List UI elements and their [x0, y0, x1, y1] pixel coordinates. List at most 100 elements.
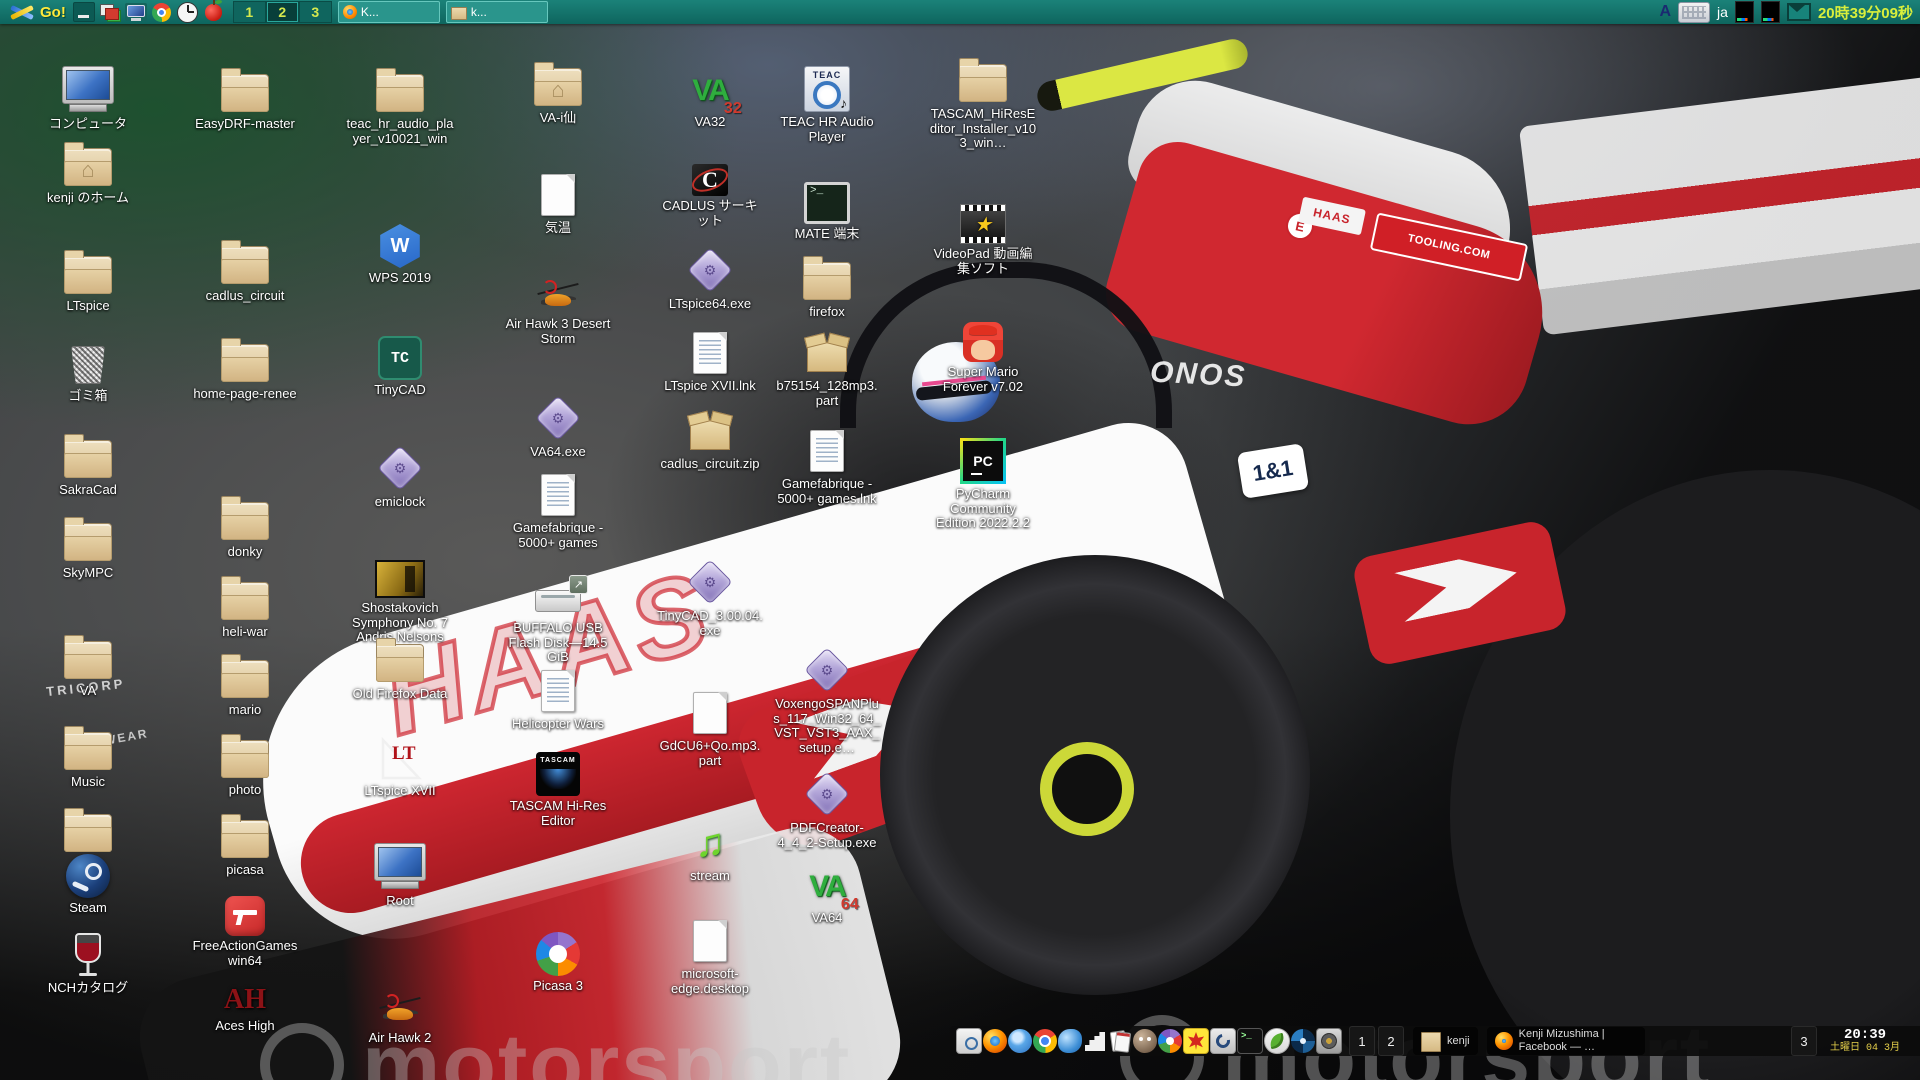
desktop-icon-nch-catalog[interactable]: NCHカタログ	[33, 930, 143, 996]
desktop-icon-pdfcreator[interactable]: PDFCreator-4_4_2-Setup.exe	[772, 770, 882, 850]
desktop-icon-tinycad[interactable]: TCTinyCAD	[345, 332, 455, 398]
desktop-icon-pycharm[interactable]: PCPyCharm Community Edition 2022.2.2	[928, 436, 1038, 531]
desktop-icon-va-folder[interactable]: VA	[33, 633, 143, 699]
window-selector-button[interactable]	[97, 1, 123, 23]
desktop-icon-gamefabrique-lnk[interactable]: Gamefabrique - 5000+ games.lnk	[772, 426, 882, 506]
system-monitor-icon[interactable]	[1083, 1029, 1107, 1053]
volume-icon[interactable]	[1316, 1028, 1342, 1054]
workspace-2[interactable]: 2	[1378, 1026, 1404, 1056]
desktop-icon-freeaction-games[interactable]: FreeActionGames win64	[190, 888, 300, 968]
desktop-icon-buffalo-usb[interactable]: BUFFALO USB Flash Disk—14.5 GiB	[503, 570, 613, 665]
workspace-1[interactable]: 1	[1349, 1026, 1375, 1056]
bottom-clock[interactable]: 20:39 土曜日 04 3月	[1830, 1028, 1900, 1054]
desktop-icon-picasa3[interactable]: Picasa 3	[503, 928, 613, 994]
panel-clock[interactable]: 20時39分09秒	[1818, 2, 1913, 23]
system-monitor-graph[interactable]	[1735, 1, 1754, 23]
desktop-icon-mario-folder[interactable]: mario	[190, 652, 300, 718]
desktop-icon-tascam-installer[interactable]: TASCAM_HiResEditor_Installer_v103_win…	[928, 56, 1038, 151]
home-folder-icon	[534, 68, 582, 106]
desktop-icon-aces-high[interactable]: AHAces High	[190, 968, 300, 1034]
desktop-icon-super-mario[interactable]: Super Mario Forever v7.02	[928, 314, 1038, 394]
bluefish-icon[interactable]	[1058, 1029, 1082, 1053]
desktop-icon-ltspice-folder[interactable]: LTspice	[33, 248, 143, 314]
desktop-icon-cadlus-zip[interactable]: cadlus_circuit.zip	[655, 406, 765, 472]
desktop-icon-computer[interactable]: コンピュータ	[33, 66, 143, 132]
desktop-icon-trash[interactable]: ゴミ箱	[33, 338, 143, 404]
chrome-launcher-button[interactable]	[149, 1, 175, 23]
desktop-icon-sakracad[interactable]: SakraCad	[33, 432, 143, 498]
desktop-icon-picasa-folder[interactable]: picasa	[190, 812, 300, 878]
screenshot-tool-icon[interactable]	[956, 1028, 982, 1054]
taskbar-item-kenji[interactable]: kenji	[1413, 1027, 1478, 1055]
desktop-icon-va64[interactable]: VA64VA64	[772, 860, 882, 926]
desktop-icon-ltspice-xvii[interactable]: LTLTspice XVII	[345, 733, 455, 799]
display-settings-button[interactable]	[123, 1, 149, 23]
maple-leaf-icon[interactable]	[1183, 1028, 1209, 1054]
desktop-icon-home[interactable]: kenji のホーム	[33, 140, 143, 206]
desktop-icon-ltspice-lnk[interactable]: LTspice XVII.lnk	[655, 328, 765, 394]
desktop-icon-easydrf[interactable]: EasyDRF-master	[190, 66, 300, 132]
terminal-icon[interactable]	[1237, 1028, 1263, 1054]
gimp-icon[interactable]	[1133, 1029, 1157, 1053]
desktop-icon-voxengo[interactable]: VoxengoSPANPlus_117_Win32_64_VST_VST3_AA…	[772, 646, 882, 755]
input-method-indicator[interactable]: A	[1659, 3, 1671, 21]
desktop-icon-photo[interactable]: photo	[190, 732, 300, 798]
desktop-icon-firefox-folder[interactable]: firefox	[772, 254, 882, 320]
desktop-icon-tinycad-exe[interactable]: TinyCAD_3.00.04.exe	[655, 558, 765, 638]
desktop-icon-teac-player[interactable]: TEACTEAC HR Audio Player	[772, 64, 882, 144]
photo-wheel-icon[interactable]	[1291, 1029, 1315, 1053]
desktop-icon-emiclock[interactable]: emiclock	[345, 444, 455, 510]
show-desktop-button[interactable]	[71, 1, 97, 23]
system-monitor-graph[interactable]	[1761, 1, 1780, 23]
apple-launcher-button[interactable]	[201, 1, 227, 23]
desktop-icon-ltspice64[interactable]: LTspice64.exe	[655, 246, 765, 312]
desktop-icon-teac-hr-folder[interactable]: teac_hr_audio_player_v10021_win	[345, 66, 455, 146]
desktop-icon-cadlus-circuit[interactable]: cadlus_circuit	[190, 238, 300, 304]
desktop-icon-va-home[interactable]: VA-i仙	[503, 60, 613, 126]
desktop-icon-gamefabrique[interactable]: Gamefabrique - 5000+ games	[503, 470, 613, 550]
picasa-icon[interactable]	[1158, 1029, 1182, 1053]
desktop-icon-tascam-editor[interactable]: TASCAMTASCAM Hi-Res Editor	[503, 748, 613, 828]
workspace-3[interactable]: 3	[1791, 1026, 1817, 1056]
desktop-icon-donky[interactable]: donky	[190, 494, 300, 560]
taskbar-item-facebook[interactable]: Kenji Mizushima | Facebook — …	[1487, 1027, 1645, 1055]
desktop-icon-stream[interactable]: stream	[655, 818, 765, 884]
desktop-icon-videopad[interactable]: VideoPad 動画編集ソフト	[928, 196, 1038, 276]
workspace-2-active[interactable]: 2	[266, 1, 299, 23]
desktop-icon-mate-terminal[interactable]: MATE 端末	[772, 176, 882, 242]
desktop-icon-old-firefox-data[interactable]: Old Firefox Data	[345, 636, 455, 702]
taskbar-item-file-manager[interactable]: k...	[446, 1, 548, 23]
go-menu-button[interactable]: Go!	[4, 0, 71, 24]
desktop-icon-ms-edge[interactable]: microsoft-edge.desktop	[655, 916, 765, 996]
desktop-icon-wps[interactable]: WWPS 2019	[345, 220, 455, 286]
firefox-icon[interactable]	[983, 1029, 1007, 1053]
desktop-icon-helicopter-wars[interactable]: Helicopter Wars	[503, 666, 613, 732]
desktop-icon-homepage-renee[interactable]: home-page-renee	[190, 336, 300, 402]
desktop-icon-b75154-part[interactable]: b75154_128mp3.part	[772, 328, 882, 408]
desktop-icon-air-hawk-3[interactable]: Air Hawk 3 Desert Storm	[503, 266, 613, 346]
desktop-icon-root[interactable]: Root	[345, 843, 455, 909]
desktop-icon-kion[interactable]: 気温	[503, 170, 613, 236]
desktop-icon-va64-exe[interactable]: VA64.exe	[503, 394, 613, 460]
geany-icon[interactable]	[1264, 1028, 1290, 1054]
workspace-1[interactable]: 1	[233, 1, 266, 23]
taskbar-item-firefox-window[interactable]: K...	[338, 1, 440, 23]
chromium-icon[interactable]	[1008, 1029, 1032, 1053]
desktop-icon-gdcu6-mp3[interactable]: GdCU6+Qo.mp3.part	[655, 688, 765, 768]
desktop-icon-skympc[interactable]: SkyMPC	[33, 515, 143, 581]
desktop-icon-air-hawk-2[interactable]: Air Hawk 2	[345, 980, 455, 1046]
usb-drive-icon	[535, 590, 581, 612]
desktop-icon-va32[interactable]: VA32VA32	[655, 64, 765, 130]
workspace-3[interactable]: 3	[299, 1, 332, 23]
chrome-icon[interactable]	[1033, 1029, 1057, 1053]
desktop-icon-cadlus[interactable]: CCADLUS サーキット	[655, 148, 765, 228]
desktop-icon-heli-war[interactable]: heli-war	[190, 574, 300, 640]
envelope-icon[interactable]	[1787, 3, 1811, 21]
clock-applet-button[interactable]	[175, 1, 201, 23]
keyboard-icon[interactable]	[1678, 2, 1710, 23]
card-game-icon[interactable]	[1108, 1029, 1132, 1053]
keyboard-layout-indicator[interactable]: ja	[1717, 4, 1728, 20]
desktop-icon-music[interactable]: Music	[33, 724, 143, 790]
disc-app-icon[interactable]	[1210, 1028, 1236, 1054]
desktop-icon-steam[interactable]: Steam	[33, 850, 143, 916]
